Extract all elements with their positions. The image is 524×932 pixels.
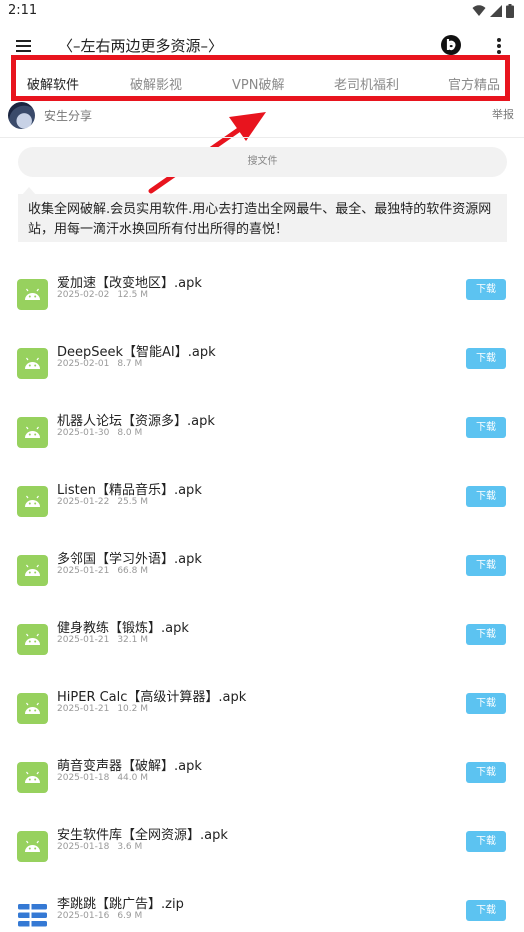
avatar[interactable] bbox=[8, 102, 35, 129]
android-icon bbox=[17, 417, 48, 448]
android-icon bbox=[17, 624, 48, 655]
status-icons bbox=[472, 4, 514, 18]
list-item[interactable]: HiPER Calc【高级计算器】.apk 2025-01-21 10.2 M 下… bbox=[0, 690, 524, 753]
file-meta: 2025-01-16 6.9 M bbox=[57, 911, 142, 921]
list-item[interactable]: 安生软件库【全网资源】.apk 2025-01-18 3.6 M 下载 bbox=[0, 828, 524, 891]
publisher-name[interactable]: 安生分享 bbox=[44, 107, 92, 124]
file-meta: 2025-02-02 12.5 M bbox=[57, 290, 148, 300]
file-name: 萌音变声器【破解】.apk bbox=[57, 759, 202, 774]
file-date: 2025-01-22 bbox=[57, 497, 110, 507]
list-item[interactable]: 李跳跳【跳广告】.zip 2025-01-16 6.9 M 下载 bbox=[0, 897, 524, 932]
divider bbox=[0, 137, 524, 138]
file-size: 10.2 M bbox=[117, 704, 148, 714]
download-button[interactable]: 下载 bbox=[466, 900, 506, 921]
download-button[interactable]: 下载 bbox=[466, 762, 506, 783]
more-options-button[interactable] bbox=[490, 36, 508, 56]
wifi-icon bbox=[472, 5, 486, 16]
file-date: 2025-01-21 bbox=[57, 704, 110, 714]
file-size: 6.9 M bbox=[117, 911, 143, 921]
download-button[interactable]: 下载 bbox=[466, 486, 506, 507]
download-button[interactable]: 下载 bbox=[466, 279, 506, 300]
android-icon bbox=[17, 831, 48, 862]
file-meta: 2025-01-30 8.0 M bbox=[57, 428, 142, 438]
list-item[interactable]: 萌音变声器【破解】.apk 2025-01-18 44.0 M 下载 bbox=[0, 759, 524, 822]
download-button[interactable]: 下载 bbox=[466, 348, 506, 369]
download-button[interactable]: 下载 bbox=[466, 555, 506, 576]
file-date: 2025-02-02 bbox=[57, 290, 110, 300]
menu-button[interactable] bbox=[14, 36, 34, 56]
battery-icon bbox=[506, 4, 514, 18]
file-meta: 2025-01-21 10.2 M bbox=[57, 704, 148, 714]
file-date: 2025-01-21 bbox=[57, 635, 110, 645]
file-size: 32.1 M bbox=[117, 635, 148, 645]
file-size: 25.5 M bbox=[117, 497, 148, 507]
list-item[interactable]: DeepSeek【智能AI】.apk 2025-02-01 8.7 M 下载 bbox=[0, 345, 524, 408]
search-input[interactable]: 搜文件 bbox=[18, 147, 507, 177]
list-item[interactable]: 多邻国【学习外语】.apk 2025-01-21 66.8 M 下载 bbox=[0, 552, 524, 615]
notice-text: 收集全网破解.会员实用软件.用心去打造出全网最牛、最全、最独特的软件资源网站，用… bbox=[18, 194, 507, 242]
file-date: 2025-01-30 bbox=[57, 428, 110, 438]
file-meta: 2025-01-18 44.0 M bbox=[57, 773, 148, 783]
android-icon bbox=[17, 762, 48, 793]
file-size: 44.0 M bbox=[117, 773, 148, 783]
download-button[interactable]: 下载 bbox=[466, 693, 506, 714]
file-name: HiPER Calc【高级计算器】.apk bbox=[57, 690, 247, 705]
brand-logo-button[interactable] bbox=[440, 34, 462, 56]
file-size: 3.6 M bbox=[117, 842, 143, 852]
file-name: 李跳跳【跳广告】.zip bbox=[57, 897, 184, 912]
file-meta: 2025-01-21 66.8 M bbox=[57, 566, 148, 576]
file-meta: 2025-02-01 8.7 M bbox=[57, 359, 142, 369]
list-item[interactable]: Listen【精品音乐】.apk 2025-01-22 25.5 M 下载 bbox=[0, 483, 524, 546]
list-item[interactable]: 健身教练【锻炼】.apk 2025-01-21 32.1 M 下载 bbox=[0, 621, 524, 684]
download-button[interactable]: 下载 bbox=[466, 417, 506, 438]
file-name: 多邻国【学习外语】.apk bbox=[57, 552, 202, 567]
download-button[interactable]: 下载 bbox=[466, 624, 506, 645]
file-name: 机器人论坛【资源多】.apk bbox=[57, 414, 215, 429]
list-item[interactable]: 机器人论坛【资源多】.apk 2025-01-30 8.0 M 下载 bbox=[0, 414, 524, 477]
file-size: 12.5 M bbox=[117, 290, 148, 300]
file-name: 爱加速【改变地区】.apk bbox=[57, 276, 202, 291]
file-meta: 2025-01-22 25.5 M bbox=[57, 497, 148, 507]
android-icon bbox=[17, 693, 48, 724]
file-name: 健身教练【锻炼】.apk bbox=[57, 621, 189, 636]
file-size: 66.8 M bbox=[117, 566, 148, 576]
list-item[interactable]: 爱加速【改变地区】.apk 2025-02-02 12.5 M 下载 bbox=[0, 276, 524, 339]
android-icon bbox=[17, 486, 48, 517]
file-size: 8.0 M bbox=[117, 428, 143, 438]
android-icon bbox=[17, 279, 48, 310]
file-date: 2025-01-18 bbox=[57, 773, 110, 783]
brand-logo-icon bbox=[441, 35, 461, 55]
page-title: 〈–左右两边更多资源–〉 bbox=[58, 37, 224, 55]
file-meta: 2025-01-18 3.6 M bbox=[57, 842, 142, 852]
zip-archive-icon bbox=[17, 900, 48, 931]
file-date: 2025-02-01 bbox=[57, 359, 110, 369]
file-size: 8.7 M bbox=[117, 359, 143, 369]
report-link[interactable]: 举报 bbox=[492, 106, 514, 122]
download-button[interactable]: 下载 bbox=[466, 831, 506, 852]
status-time: 2:11 bbox=[8, 3, 38, 18]
tab-highlight-box bbox=[11, 55, 510, 101]
publisher-row: 安生分享 举报 bbox=[0, 100, 524, 134]
file-date: 2025-01-18 bbox=[57, 842, 110, 852]
android-icon bbox=[17, 348, 48, 379]
file-meta: 2025-01-21 32.1 M bbox=[57, 635, 148, 645]
file-name: Listen【精品音乐】.apk bbox=[57, 483, 202, 498]
cellular-signal-icon bbox=[490, 5, 502, 17]
file-date: 2025-01-16 bbox=[57, 911, 110, 921]
file-name: 安生软件库【全网资源】.apk bbox=[57, 828, 228, 843]
file-name: DeepSeek【智能AI】.apk bbox=[57, 345, 216, 360]
file-date: 2025-01-21 bbox=[57, 566, 110, 576]
android-icon bbox=[17, 555, 48, 586]
status-bar: 2:11 bbox=[0, 0, 524, 24]
